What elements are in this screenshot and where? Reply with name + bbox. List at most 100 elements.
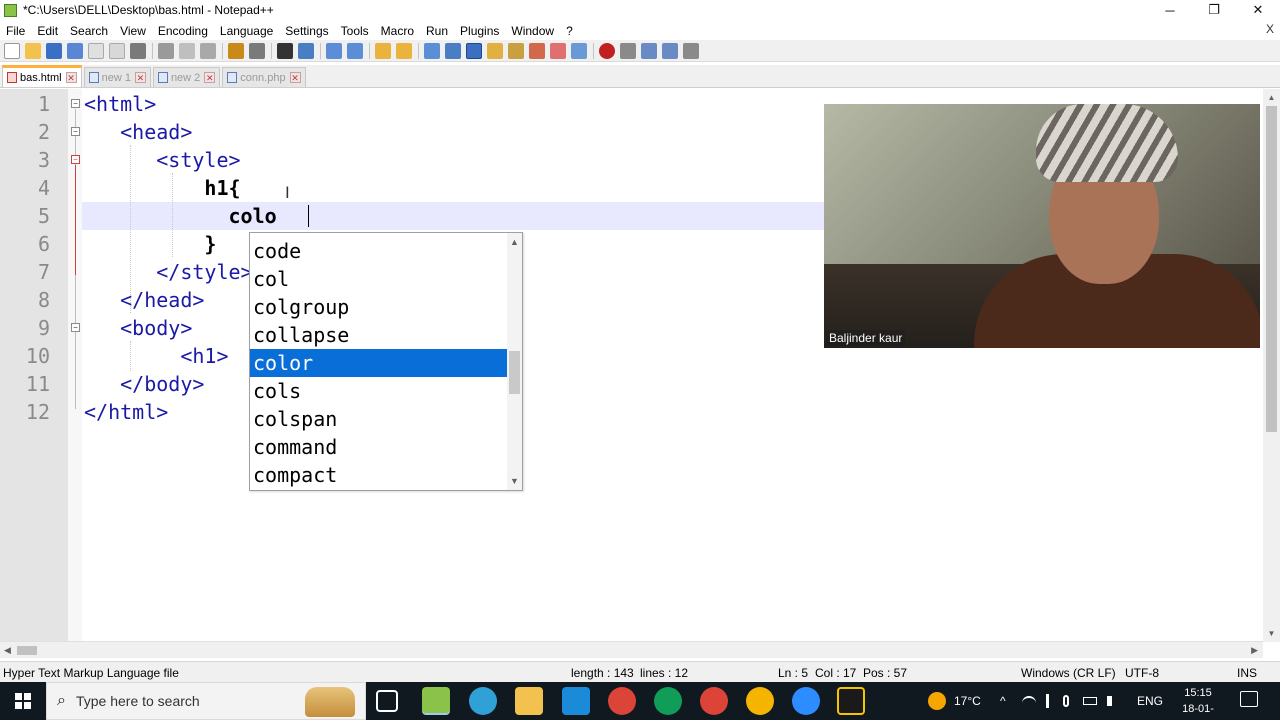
autocomplete-item[interactable]: collapse — [250, 321, 508, 349]
autocomplete-popup[interactable]: code col colgroup collapse color cols co… — [249, 232, 523, 491]
autocomplete-item-selected[interactable]: color — [250, 349, 508, 377]
notification-center-icon[interactable] — [1240, 691, 1258, 707]
microphone-icon[interactable] — [1063, 695, 1069, 707]
menu-help[interactable]: ? — [560, 24, 579, 38]
notepad-plus-plus-taskbar-icon[interactable] — [422, 687, 450, 715]
show-hidden-icons-button[interactable]: ^ — [1000, 682, 1006, 720]
tab-conn-php[interactable]: conn.php ✕ — [222, 67, 306, 87]
scroll-down-icon[interactable]: ▼ — [510, 476, 519, 486]
tab-bas-html[interactable]: bas.html ✕ — [2, 65, 82, 87]
menu-run[interactable]: Run — [420, 24, 454, 38]
save-macro-icon[interactable] — [683, 42, 699, 59]
autocomplete-item[interactable]: colspan — [250, 405, 508, 433]
horizontal-scrollbar[interactable]: ◀ ▶ — [0, 641, 1263, 658]
fold-toggle-icon[interactable]: − — [71, 323, 80, 332]
menu-window[interactable]: Window — [505, 24, 560, 38]
document-map-icon[interactable] — [508, 42, 524, 59]
chrome-icon[interactable] — [700, 687, 728, 715]
run-macro-multiple-icon[interactable] — [662, 42, 678, 59]
autocomplete-scroll-thumb[interactable] — [509, 351, 520, 394]
chrome-icon[interactable] — [608, 687, 636, 715]
taskbar-search-box[interactable]: ⌕ Type here to search — [46, 682, 366, 720]
autocomplete-item[interactable]: col — [250, 265, 508, 293]
tab-new-1[interactable]: new 1 ✕ — [83, 67, 151, 87]
menu-search[interactable]: Search — [64, 24, 114, 38]
find-icon[interactable] — [277, 42, 293, 59]
autocomplete-item[interactable]: colgroup — [250, 293, 508, 321]
volume-icon[interactable] — [1107, 696, 1117, 706]
fold-toggle-icon[interactable]: − — [71, 155, 80, 164]
autocomplete-item[interactable]: command — [250, 433, 508, 461]
print-icon[interactable] — [130, 42, 146, 59]
chrome-icon[interactable] — [654, 687, 682, 715]
show-all-characters-icon[interactable] — [445, 42, 461, 59]
scroll-right-icon[interactable]: ▶ — [1251, 645, 1258, 656]
stop-macro-icon[interactable] — [620, 42, 636, 59]
tab-close-icon[interactable]: ✕ — [204, 72, 216, 83]
pen-icon[interactable] — [1046, 694, 1049, 708]
sync-horizontal-icon[interactable] — [396, 42, 412, 59]
battery-icon[interactable] — [1083, 697, 1097, 705]
scroll-up-icon[interactable]: ▲ — [510, 237, 519, 247]
undo-icon[interactable] — [228, 42, 244, 59]
status-eol[interactable]: Windows (CR LF) — [1021, 666, 1116, 680]
vertical-scrollbar[interactable]: ▲ ▼ — [1263, 89, 1280, 642]
menu-edit[interactable]: Edit — [31, 24, 64, 38]
close-all-icon[interactable] — [109, 42, 125, 59]
restore-button[interactable]: ❐ — [1192, 0, 1236, 20]
menu-plugins[interactable]: Plugins — [454, 24, 505, 38]
zoom-icon[interactable] — [792, 687, 820, 715]
minimize-button[interactable]: ─ — [1148, 0, 1192, 20]
input-language[interactable]: ENG — [1137, 682, 1163, 720]
menu-language[interactable]: Language — [214, 24, 279, 38]
paste-icon[interactable] — [200, 42, 216, 59]
scroll-down-icon[interactable]: ▼ — [1263, 625, 1280, 642]
vertical-scroll-thumb[interactable] — [1266, 106, 1277, 432]
file-explorer-icon[interactable] — [515, 687, 543, 715]
tab-close-icon[interactable]: ✕ — [289, 72, 301, 83]
word-wrap-icon[interactable] — [424, 42, 440, 59]
weather-widget[interactable]: 17°C — [928, 682, 981, 720]
record-macro-icon[interactable] — [599, 42, 615, 59]
autocomplete-item[interactable]: code — [250, 237, 508, 265]
zoom-out-icon[interactable] — [347, 42, 363, 59]
fold-toggle-icon[interactable]: − — [71, 99, 80, 108]
save-all-icon[interactable] — [67, 42, 83, 59]
tab-close-icon[interactable]: ✕ — [65, 72, 77, 83]
menu-view[interactable]: View — [114, 24, 152, 38]
menu-file[interactable]: File — [0, 24, 31, 38]
mail-icon[interactable] — [562, 687, 590, 715]
horizontal-scroll-thumb[interactable] — [17, 646, 37, 655]
tab-new-2[interactable]: new 2 ✕ — [152, 67, 221, 87]
menu-settings[interactable]: Settings — [279, 24, 334, 38]
status-insert-mode[interactable]: INS — [1237, 666, 1257, 680]
autocomplete-item[interactable]: compact — [250, 461, 508, 489]
autocomplete-scrollbar[interactable]: ▲ ▼ — [507, 233, 522, 490]
redo-icon[interactable] — [249, 42, 265, 59]
scroll-left-icon[interactable]: ◀ — [4, 645, 11, 656]
start-button[interactable] — [0, 682, 46, 720]
folder-as-workspace-icon[interactable] — [550, 42, 566, 59]
sync-vertical-icon[interactable] — [375, 42, 391, 59]
close-window-button[interactable]: ✕ — [1236, 0, 1280, 20]
scroll-up-icon[interactable]: ▲ — [1263, 89, 1280, 106]
menu-macro[interactable]: Macro — [375, 24, 420, 38]
task-view-icon[interactable] — [376, 690, 398, 712]
user-language-icon[interactable] — [487, 42, 503, 59]
status-encoding[interactable]: UTF-8 — [1125, 666, 1159, 680]
audio-app-icon[interactable] — [837, 687, 865, 715]
new-file-icon[interactable] — [4, 42, 20, 59]
autocomplete-item[interactable]: cols — [250, 377, 508, 405]
taskbar-clock[interactable]: 15:15 18-01-2023 — [1170, 685, 1226, 720]
play-macro-icon[interactable] — [641, 42, 657, 59]
fold-toggle-icon[interactable]: − — [71, 127, 80, 136]
function-list-icon[interactable] — [529, 42, 545, 59]
menu-tools[interactable]: Tools — [335, 24, 375, 38]
edge-icon[interactable] — [469, 687, 497, 715]
close-file-icon[interactable] — [88, 42, 104, 59]
menu-encoding[interactable]: Encoding — [152, 24, 214, 38]
cut-icon[interactable] — [158, 42, 174, 59]
zoom-in-icon[interactable] — [326, 42, 342, 59]
save-icon[interactable] — [46, 42, 62, 59]
monitoring-icon[interactable] — [571, 42, 587, 59]
